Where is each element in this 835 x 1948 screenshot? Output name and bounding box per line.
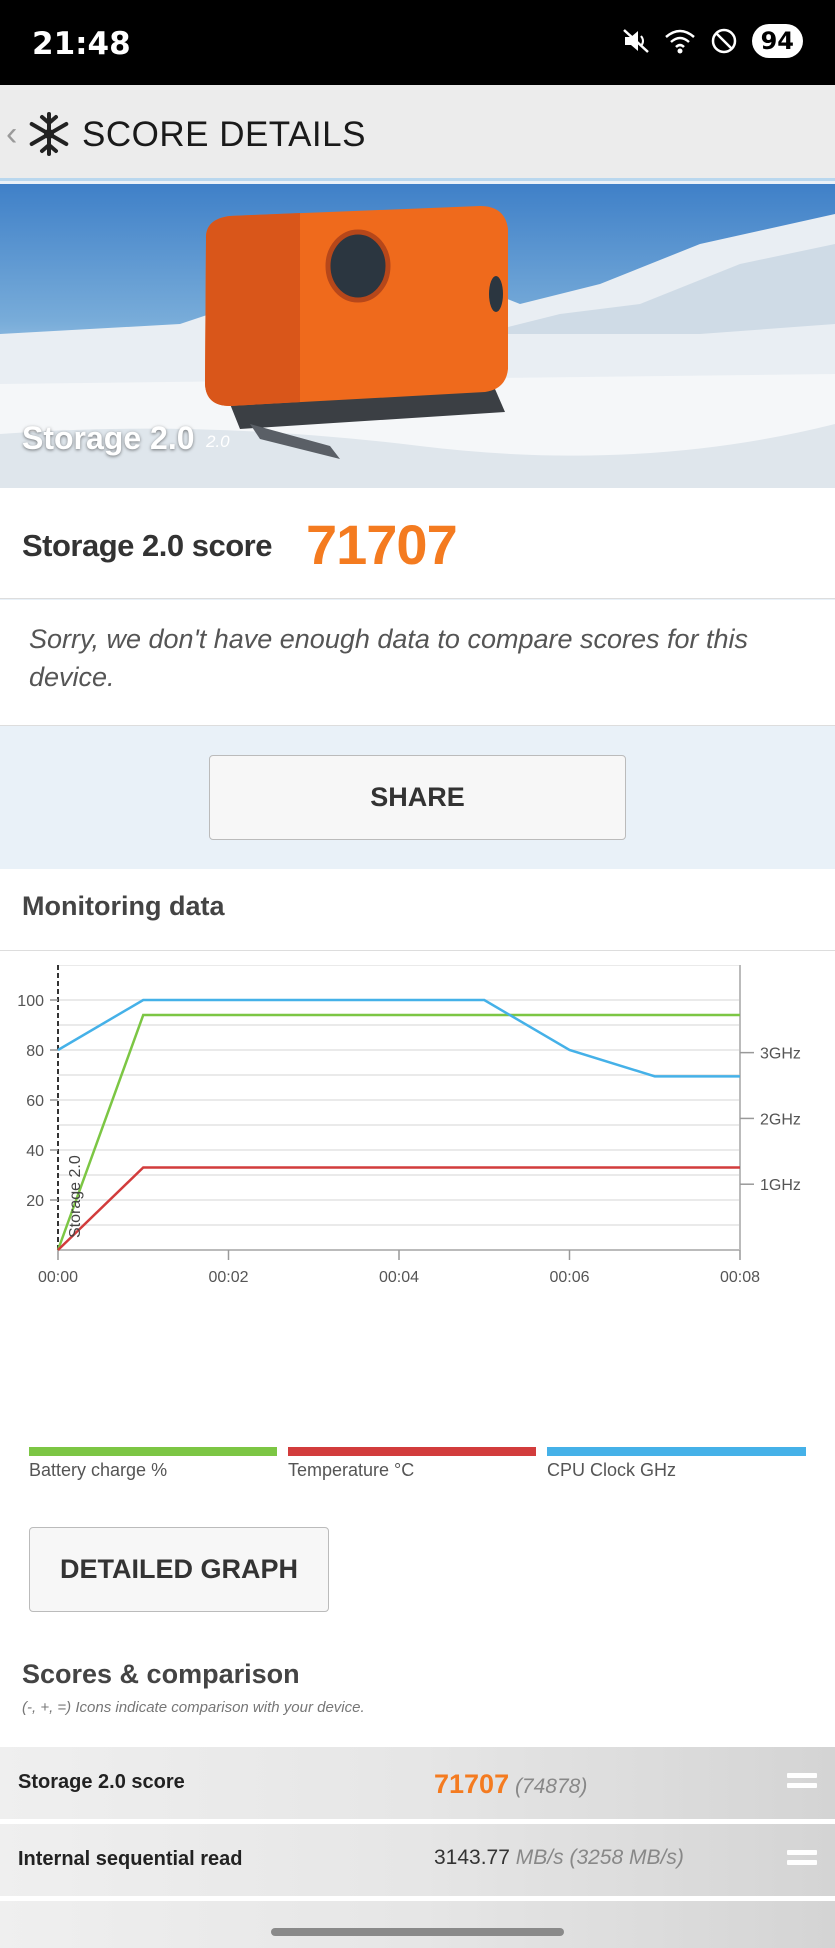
status-icons: 94 bbox=[622, 24, 803, 58]
row-score: 71707 bbox=[434, 1769, 510, 1799]
monitoring-card: Monitoring data 20 40 60 80 100 1GHz 2GHz 3GHz 0… bbox=[0, 869, 835, 1948]
compare-note: Sorry, we don't have enough data to comp… bbox=[0, 600, 835, 726]
series-line-2 bbox=[57, 998, 740, 1078]
legend-battery: Battery charge % bbox=[29, 1447, 277, 1487]
divider bbox=[0, 950, 835, 951]
compare-note-text: Sorry, we don't have enough data to comp… bbox=[29, 624, 749, 692]
legend-cpu-clock-label: CPU Clock GHz bbox=[547, 1460, 677, 1480]
back-button[interactable]: ‹ bbox=[6, 115, 17, 154]
y-right-tick-label: 1GHz bbox=[760, 1177, 801, 1194]
mute-icon bbox=[622, 29, 649, 53]
legend-temperature-label: Temperature °C bbox=[288, 1460, 415, 1480]
row-label: Storage 2.0 score bbox=[18, 1771, 185, 1793]
scores-subtitle: (-, +, =) Icons indicate comparison with… bbox=[22, 1699, 365, 1716]
score-row-sequential-read[interactable]: Internal sequential read 3143.77 MB/s (3… bbox=[0, 1822, 835, 1896]
benchmark-marker-label: Storage 2.0 bbox=[67, 1155, 84, 1238]
hero-image: Storage 2.0 2.0 bbox=[0, 184, 835, 488]
score-row-next[interactable] bbox=[0, 1899, 835, 1948]
snowflake-icon bbox=[29, 112, 69, 156]
score-value: 71707 bbox=[306, 513, 458, 576]
status-bar: 21:48 94 bbox=[0, 0, 835, 85]
monitoring-chart: 20 40 60 80 100 1GHz 2GHz 3GHz 00:00 00:02 00:04 00… bbox=[17, 965, 801, 1286]
wifi-icon bbox=[664, 29, 695, 54]
row-unit: MB/s bbox=[515, 1846, 564, 1869]
row-label: Internal sequential read bbox=[18, 1848, 243, 1870]
y-tick-label: 60 bbox=[26, 1093, 44, 1110]
score-row-storage[interactable]: Storage 2.0 score 71707 (74878) bbox=[0, 1745, 835, 1819]
score-label: Storage 2.0 score bbox=[22, 528, 272, 563]
legend-cpu-clock: CPU Clock GHz bbox=[547, 1447, 806, 1487]
series-line-1 bbox=[57, 1166, 740, 1251]
x-tick-label: 00:08 bbox=[720, 1269, 760, 1286]
x-tick-label: 00:04 bbox=[379, 1269, 419, 1286]
y-tick-label: 100 bbox=[17, 993, 44, 1010]
row-reference: (3258 MB/s) bbox=[569, 1846, 684, 1869]
x-tick-label: 00:00 bbox=[38, 1269, 78, 1286]
row-reference: (74878) bbox=[514, 1775, 588, 1798]
detailed-graph-button[interactable]: DETAILED GRAPH bbox=[29, 1527, 329, 1612]
row-value: 3143.77 MB/s (3258 MB/s) bbox=[434, 1846, 684, 1870]
row-value: 71707 (74878) bbox=[434, 1769, 587, 1800]
share-button[interactable]: SHARE bbox=[209, 755, 626, 840]
legend-temperature: Temperature °C bbox=[288, 1447, 536, 1487]
legend-cpu-clock-swatch bbox=[547, 1447, 806, 1456]
hero-version: 2.0 bbox=[206, 432, 230, 451]
y-tick-label: 40 bbox=[26, 1143, 44, 1160]
do-not-disturb-icon bbox=[711, 28, 736, 54]
hero-title: Storage 2.0 bbox=[22, 420, 195, 456]
status-time: 21:48 bbox=[32, 26, 131, 62]
y-right-tick-label: 3GHz bbox=[760, 1046, 801, 1063]
battery-level: 94 bbox=[751, 24, 803, 58]
y-right-tick-label: 2GHz bbox=[760, 1111, 801, 1128]
score-card: Storage 2.0 score 71707 bbox=[0, 488, 835, 599]
equal-icon bbox=[787, 1850, 817, 1870]
legend-battery-swatch bbox=[29, 1447, 277, 1456]
equal-icon bbox=[787, 1773, 817, 1793]
y-tick-label: 80 bbox=[26, 1043, 44, 1060]
x-tick-label: 00:02 bbox=[208, 1269, 248, 1286]
legend-temperature-swatch bbox=[288, 1447, 536, 1456]
app-bar: ‹ SCORE DETAILS bbox=[0, 85, 835, 181]
home-indicator[interactable] bbox=[271, 1928, 564, 1936]
page-title: SCORE DETAILS bbox=[82, 115, 366, 154]
y-tick-label: 20 bbox=[26, 1193, 44, 1210]
scores-title: Scores & comparison bbox=[22, 1659, 300, 1689]
row-score: 3143.77 bbox=[434, 1846, 510, 1869]
monitoring-title: Monitoring data bbox=[22, 891, 225, 921]
x-tick-label: 00:06 bbox=[549, 1269, 589, 1286]
legend-battery-label: Battery charge % bbox=[29, 1460, 168, 1480]
